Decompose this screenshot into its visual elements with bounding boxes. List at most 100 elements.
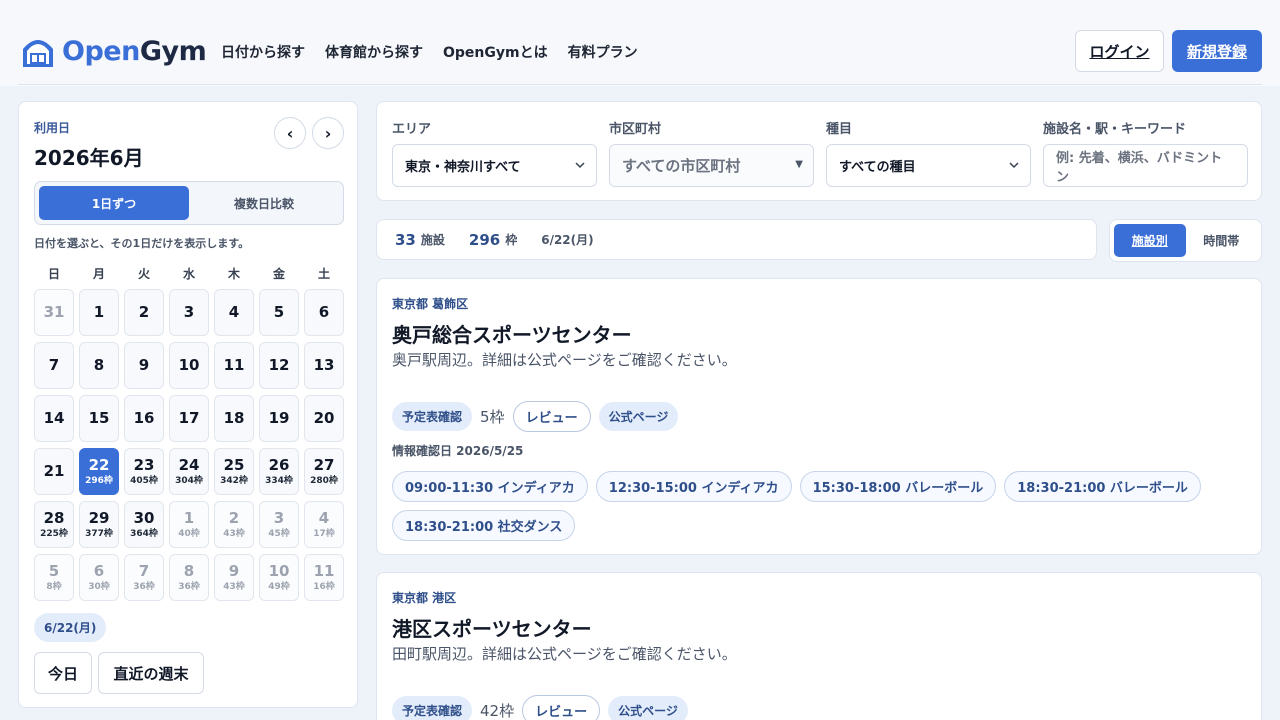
calendar-day[interactable]: 1 40枠 [169, 501, 209, 548]
nav-search-by-date[interactable]: 日付から探す [221, 42, 305, 62]
login-button[interactable]: ログイン [1075, 30, 1164, 72]
time-slot-chip[interactable]: 09:00-11:30 インディアカ [392, 471, 588, 502]
calendar-day[interactable]: 7 36枠 [124, 554, 164, 601]
calendar-month-title: 2026年6月 [34, 146, 144, 170]
review-button[interactable]: レビュー [512, 401, 591, 432]
calendar-day[interactable]: 2 43枠 [214, 501, 254, 548]
calendar-day[interactable]: 9 43枠 [214, 554, 254, 601]
day-slot-count: 16枠 [313, 581, 335, 592]
calendar-day-selected[interactable]: 22 296枠 [79, 448, 119, 495]
calendar-day[interactable]: 3 [169, 289, 209, 336]
slot-count: 5枠 [480, 408, 505, 426]
calendar-day[interactable]: 13 [304, 342, 344, 389]
sport-select[interactable]: すべての種目 [826, 144, 1031, 187]
calendar-day[interactable]: 26 334枠 [259, 448, 299, 495]
city-label: 市区町村 [609, 122, 662, 137]
calendar-day[interactable]: 3 45枠 [259, 501, 299, 548]
calendar-day[interactable]: 29 377枠 [79, 501, 119, 548]
day-number: 8 [93, 356, 105, 374]
day-number: 29 [88, 508, 110, 527]
calendar-day[interactable]: 11 16枠 [304, 554, 344, 601]
time-slot-chip[interactable]: 18:30-21:00 バレーボール [1004, 471, 1201, 502]
view-by-facility-tab[interactable]: 施設別 [1114, 224, 1186, 257]
official-page-link[interactable]: 公式ページ [608, 696, 688, 720]
facility-card: 東京都 葛飾区 奥戸総合スポーツセンター 奥戸駅周辺。詳細は公式ページをご確認く… [376, 278, 1262, 555]
calendar-day[interactable]: 7 [34, 342, 74, 389]
calendar-day[interactable]: 12 [259, 342, 299, 389]
calendar-day[interactable]: 4 [214, 289, 254, 336]
calendar-day[interactable]: 25 342枠 [214, 448, 254, 495]
calendar-day[interactable]: 19 [259, 395, 299, 442]
facility-name[interactable]: 奥戸総合スポーツセンター [392, 319, 632, 348]
calendar-day[interactable]: 1 [79, 289, 119, 336]
time-slot-chip[interactable]: 12:30-15:00 インディアカ [595, 471, 792, 502]
today-button[interactable]: 今日 [34, 652, 92, 694]
calendar-day[interactable]: 5 [259, 289, 299, 336]
calendar-day[interactable]: 4 17枠 [304, 501, 344, 548]
day-slot-count: 280枠 [310, 475, 338, 486]
day-number: 7 [138, 561, 150, 580]
calendar-day[interactable]: 14 [34, 395, 74, 442]
calendar-day[interactable]: 2 [124, 289, 164, 336]
day-slot-count: 17枠 [313, 528, 335, 539]
calendar-day[interactable]: 10 49枠 [259, 554, 299, 601]
calendar-day[interactable]: 17 [169, 395, 209, 442]
day-number: 27 [313, 455, 335, 474]
official-page-link[interactable]: 公式ページ [598, 402, 679, 431]
day-number: 11 [313, 561, 335, 580]
prev-month-button[interactable]: ‹ [274, 117, 306, 149]
calendar-day[interactable]: 21 [34, 448, 74, 495]
facility-description: 田町駅周辺。詳細は公式ページをご確認ください。 [392, 645, 737, 663]
triangle-down-icon: ▼ [795, 159, 803, 170]
time-slot-chip[interactable]: 18:30-21:00 社交ダンス [392, 510, 576, 541]
area-select[interactable]: 東京・神奈川すべて [392, 144, 597, 187]
calendar-day[interactable]: 31 [34, 289, 74, 336]
nav-search-by-gym[interactable]: 体育館から探す [325, 42, 423, 62]
mode-single-day[interactable]: 1日ずつ [39, 186, 189, 220]
calendar-day[interactable]: 8 36枠 [169, 554, 209, 601]
calendar-day[interactable]: 28 225枠 [34, 501, 74, 548]
calendar-day[interactable]: 18 [214, 395, 254, 442]
day-number: 1 [183, 508, 195, 527]
mode-compare-days[interactable]: 複数日比較 [189, 186, 339, 220]
date-mode-toggle: 1日ずつ 複数日比較 [34, 181, 344, 225]
time-slot-chip[interactable]: 15:30-18:00 バレーボール [799, 471, 997, 502]
calendar-day[interactable]: 6 30枠 [79, 554, 119, 601]
next-month-button[interactable]: › [312, 117, 344, 149]
sport-select-value: すべての種目 [839, 160, 916, 175]
review-button[interactable]: レビュー [522, 695, 601, 720]
logo[interactable]: OpenGym [20, 33, 207, 69]
city-select[interactable]: すべての市区町村 ▼ [609, 144, 814, 187]
calendar-day[interactable]: 30 364枠 [124, 501, 164, 548]
facility-description: 奥戸駅周辺。詳細は公式ページをご確認ください。 [392, 351, 737, 369]
signup-button[interactable]: 新規登録 [1172, 30, 1262, 72]
calendar-day[interactable]: 24 304枠 [169, 448, 209, 495]
calendar-day[interactable]: 15 [79, 395, 119, 442]
calendar-day[interactable]: 16 [124, 395, 164, 442]
calendar-day[interactable]: 10 [169, 342, 209, 389]
weekday-header: 日 [47, 267, 60, 281]
view-mode-toggle: 施設別 時間帯 [1109, 219, 1262, 262]
day-number: 7 [48, 356, 60, 374]
nearest-weekend-button[interactable]: 直近の週末 [98, 652, 204, 694]
day-number: 4 [228, 303, 240, 321]
day-number: 19 [268, 409, 290, 427]
calendar-day[interactable]: 27 280枠 [304, 448, 344, 495]
view-by-time-tab[interactable]: 時間帯 [1186, 224, 1258, 257]
day-number: 20 [313, 409, 335, 427]
facility-tags: 予定表確認 5枠 レビュー 公式ページ [392, 401, 679, 432]
time-slot-list: 09:00-11:30 インディアカ 12:30-15:00 インディアカ 15… [392, 471, 1222, 541]
calendar-day[interactable]: 8 [79, 342, 119, 389]
calendar-day[interactable]: 11 [214, 342, 254, 389]
facility-name[interactable]: 港区スポーツセンター [392, 613, 592, 642]
calendar-day[interactable]: 5 8枠 [34, 554, 74, 601]
keyword-input[interactable]: 例: 先着、横浜、バドミントン [1043, 144, 1248, 187]
calendar-day[interactable]: 20 [304, 395, 344, 442]
calendar-day[interactable]: 6 [304, 289, 344, 336]
day-number: 6 [318, 303, 330, 321]
nav-about[interactable]: OpenGymとは [443, 42, 548, 62]
calendar-day[interactable]: 9 [124, 342, 164, 389]
calendar-day[interactable]: 23 405枠 [124, 448, 164, 495]
sport-label: 種目 [826, 122, 853, 137]
nav-paid-plan[interactable]: 有料プラン [568, 42, 638, 62]
